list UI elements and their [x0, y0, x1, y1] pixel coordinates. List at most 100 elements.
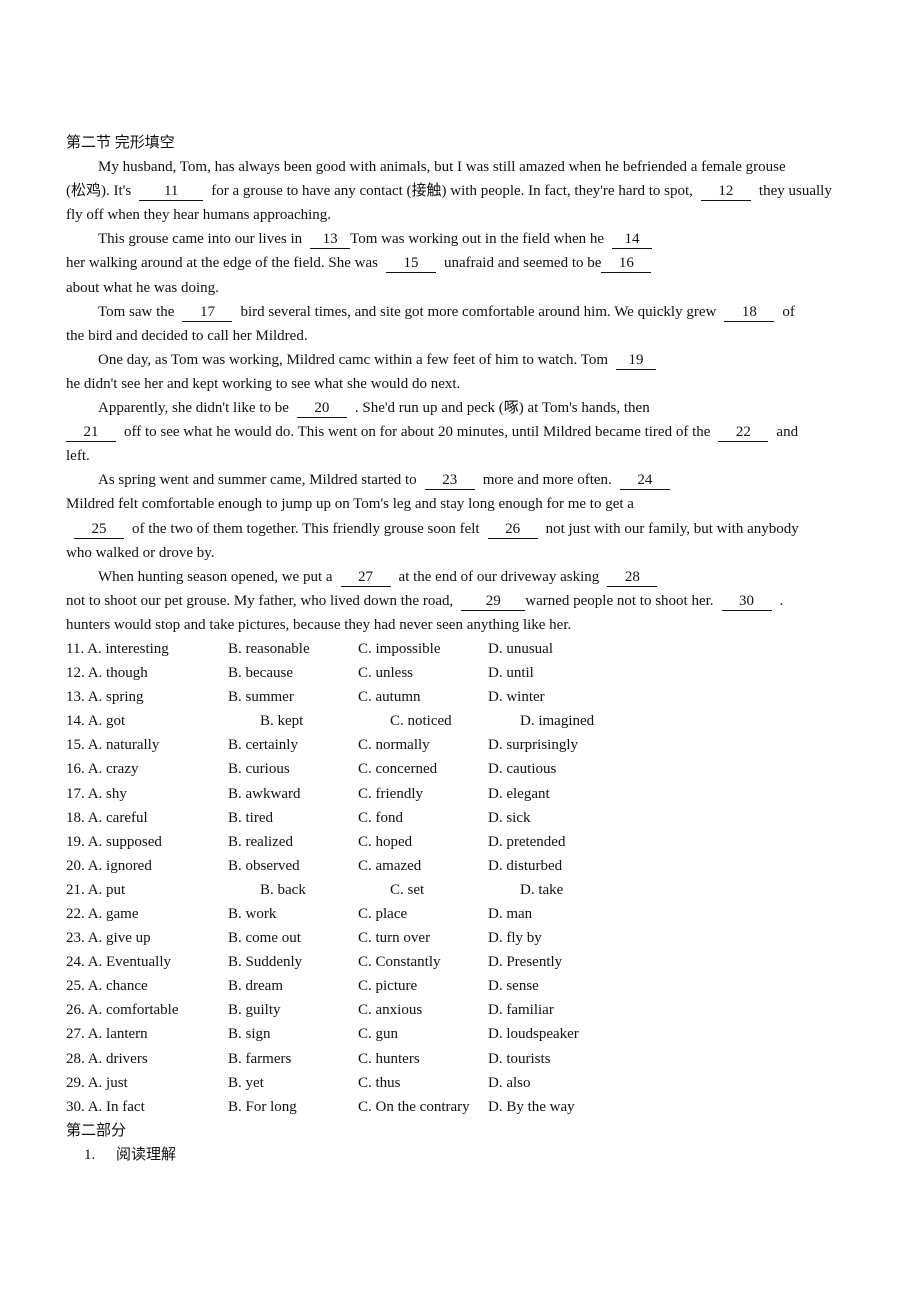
option-c[interactable]: C. turn over	[358, 926, 430, 950]
option-a[interactable]: 21. A. put	[66, 878, 125, 902]
option-a[interactable]: 26. A. comfortable	[66, 998, 179, 1022]
option-c[interactable]: C. unless	[358, 661, 413, 685]
option-c[interactable]: C. noticed	[390, 709, 452, 733]
blank-22[interactable]: 22	[718, 425, 769, 443]
option-b[interactable]: B. summer	[228, 685, 294, 709]
option-d[interactable]: D. familiar	[488, 998, 554, 1022]
option-c[interactable]: C. impossible	[358, 637, 441, 661]
option-a[interactable]: 18. A. careful	[66, 806, 148, 830]
option-b[interactable]: B. back	[260, 878, 306, 902]
option-d[interactable]: D. fly by	[488, 926, 542, 950]
option-b[interactable]: B. kept	[260, 709, 303, 733]
option-c[interactable]: C. friendly	[358, 782, 423, 806]
option-a[interactable]: 28. A. drivers	[66, 1047, 148, 1071]
blank-20[interactable]: 20	[296, 401, 347, 419]
option-b[interactable]: B. observed	[228, 854, 300, 878]
blank-16[interactable]: 16	[601, 256, 652, 274]
option-c[interactable]: C. thus	[358, 1071, 401, 1095]
option-d[interactable]: D. surprisingly	[488, 733, 578, 757]
option-b[interactable]: B. because	[228, 661, 293, 685]
option-b[interactable]: B. guilty	[228, 998, 281, 1022]
option-b[interactable]: B. reasonable	[228, 637, 310, 661]
blank-18[interactable]: 18	[724, 304, 775, 322]
option-c[interactable]: C. picture	[358, 974, 417, 998]
blank-12[interactable]: 12	[700, 184, 751, 202]
option-c[interactable]: C. autumn	[358, 685, 421, 709]
blank-30[interactable]: 30	[721, 593, 772, 611]
option-c[interactable]: C. anxious	[358, 998, 422, 1022]
option-c[interactable]: C. normally	[358, 733, 430, 757]
option-d[interactable]: D. Presently	[488, 950, 562, 974]
blank-29[interactable]: 29	[461, 593, 526, 611]
blank-19[interactable]: 19	[616, 352, 656, 370]
option-c[interactable]: C. set	[390, 878, 424, 902]
option-b[interactable]: B. dream	[228, 974, 283, 998]
blank-11[interactable]: 11	[139, 184, 204, 202]
option-a[interactable]: 23. A. give up	[66, 926, 151, 950]
option-d[interactable]: D. imagined	[520, 709, 594, 733]
option-c[interactable]: C. On the contrary	[358, 1095, 470, 1119]
option-d[interactable]: D. tourists	[488, 1047, 551, 1071]
option-b[interactable]: B. For long	[228, 1095, 297, 1119]
option-d[interactable]: D. winter	[488, 685, 545, 709]
option-c[interactable]: C. concerned	[358, 757, 437, 781]
blank-23[interactable]: 23	[424, 473, 475, 491]
option-b[interactable]: B. sign	[228, 1022, 271, 1046]
option-a[interactable]: 25. A. chance	[66, 974, 148, 998]
option-a[interactable]: 17. A. shy	[66, 782, 127, 806]
option-b[interactable]: B. come out	[228, 926, 301, 950]
option-b[interactable]: B. farmers	[228, 1047, 291, 1071]
blank-27[interactable]: 27	[340, 569, 391, 587]
option-a[interactable]: 27. A. lantern	[66, 1022, 148, 1046]
option-d[interactable]: D. take	[520, 878, 563, 902]
option-d[interactable]: D. loudspeaker	[488, 1022, 579, 1046]
option-a[interactable]: 16. A. crazy	[66, 757, 139, 781]
option-a[interactable]: 11. A. interesting	[66, 637, 169, 661]
option-d[interactable]: D. man	[488, 902, 532, 926]
option-d[interactable]: D. sense	[488, 974, 539, 998]
option-a[interactable]: 29. A. just	[66, 1071, 128, 1095]
blank-15[interactable]: 15	[385, 256, 436, 274]
blank-13[interactable]: 13	[310, 232, 351, 250]
blank-24[interactable]: 24	[619, 473, 670, 491]
option-c[interactable]: C. fond	[358, 806, 403, 830]
blank-17[interactable]: 17	[182, 304, 233, 322]
blank-14[interactable]: 14	[612, 232, 653, 250]
option-b[interactable]: B. tired	[228, 806, 273, 830]
option-d[interactable]: D. elegant	[488, 782, 550, 806]
option-b[interactable]: B. awkward	[228, 782, 300, 806]
option-b[interactable]: B. certainly	[228, 733, 298, 757]
option-a[interactable]: 14. A. got	[66, 709, 125, 733]
option-b[interactable]: B. Suddenly	[228, 950, 302, 974]
option-a[interactable]: 22. A. game	[66, 902, 139, 926]
option-d[interactable]: D. also	[488, 1071, 531, 1095]
option-d[interactable]: D. unusual	[488, 637, 553, 661]
blank-26[interactable]: 26	[487, 521, 538, 539]
option-a[interactable]: 19. A. supposed	[66, 830, 162, 854]
option-c[interactable]: C. hunters	[358, 1047, 420, 1071]
option-d[interactable]: D. cautious	[488, 757, 556, 781]
option-c[interactable]: C. hoped	[358, 830, 412, 854]
blank-25[interactable]: 25	[74, 521, 124, 539]
option-a[interactable]: 24. A. Eventually	[66, 950, 171, 974]
option-a[interactable]: 20. A. ignored	[66, 854, 152, 878]
option-d[interactable]: D. sick	[488, 806, 531, 830]
option-b[interactable]: B. curious	[228, 757, 290, 781]
option-c[interactable]: C. gun	[358, 1022, 398, 1046]
option-d[interactable]: D. pretended	[488, 830, 565, 854]
option-a[interactable]: 30. A. In fact	[66, 1095, 145, 1119]
option-d[interactable]: D. disturbed	[488, 854, 562, 878]
option-c[interactable]: C. place	[358, 902, 407, 926]
option-c[interactable]: C. amazed	[358, 854, 421, 878]
option-d[interactable]: D. By the way	[488, 1095, 575, 1119]
option-b[interactable]: B. yet	[228, 1071, 264, 1095]
blank-28[interactable]: 28	[607, 569, 658, 587]
option-a[interactable]: 13. A. spring	[66, 685, 144, 709]
blank-21[interactable]: 21	[66, 425, 116, 443]
option-b[interactable]: B. realized	[228, 830, 293, 854]
option-d[interactable]: D. until	[488, 661, 534, 685]
option-b[interactable]: B. work	[228, 902, 276, 926]
option-a[interactable]: 15. A. naturally	[66, 733, 159, 757]
option-c[interactable]: C. Constantly	[358, 950, 441, 974]
option-a[interactable]: 12. A. though	[66, 661, 148, 685]
